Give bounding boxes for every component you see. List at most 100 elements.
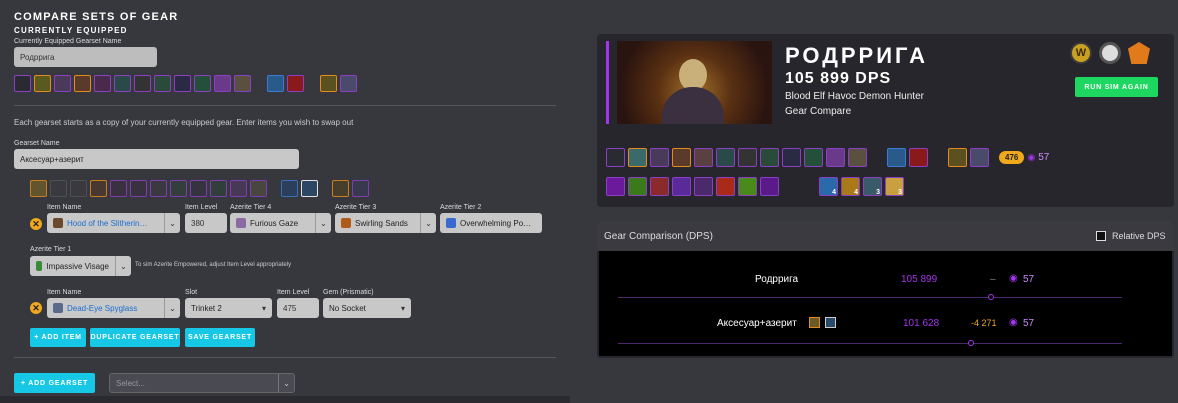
add-gearset-button[interactable]: + ADD GEARSET [14,373,95,393]
gearset-azerite: 57 [1023,274,1035,285]
gear-slot-icon[interactable] [70,180,87,197]
chevron-down-icon: ⌄ [420,213,436,233]
azerite-tier2-select[interactable]: Overwhelming Po… [440,213,542,233]
azerite-trait-icon[interactable]: 4 [841,177,860,196]
gear-slot-icon[interactable] [110,180,127,197]
gear-slot-icon[interactable] [948,148,967,167]
gear-slot-icon[interactable] [909,148,928,167]
azerite-trait-icon[interactable]: 3 [885,177,904,196]
gear-slot-icon[interactable] [114,75,131,92]
item-level-input[interactable]: 475 [277,298,319,318]
gear-slot-icon [809,317,820,328]
talent-icon[interactable] [694,177,713,196]
gear-slot-icon[interactable] [50,180,67,197]
azerite-trait-icon[interactable]: 4 [819,177,838,196]
dps-bar-marker [967,340,974,346]
azerite-trait-icon[interactable]: 3 [863,177,882,196]
gear-slot-icon[interactable] [154,75,171,92]
gear-slot-icon[interactable] [848,148,867,167]
gear-slot-icon[interactable] [74,75,91,92]
gear-slot-icon[interactable] [170,180,187,197]
gearset-dps-diff: -4 271 [971,318,997,328]
run-sim-again-button[interactable]: RUN SIM AGAIN [1075,77,1158,97]
gear-slot-icon[interactable] [267,75,284,92]
azerite-tier1-select[interactable]: Impassive Visage ⌄ [30,256,131,276]
talent-icon[interactable] [738,177,757,196]
gear-slot-icon[interactable] [210,180,227,197]
gear-slot-icon[interactable] [287,75,304,92]
slot-select[interactable]: Trinket 2 ▾ [185,298,272,318]
gear-slot-icon[interactable] [826,148,845,167]
talent-icon[interactable] [606,177,625,196]
talent-icon[interactable] [650,177,669,196]
dps-value: 105 899 DPS [785,70,892,87]
gear-slot-icon[interactable] [672,148,691,167]
gear-slot-icon[interactable] [650,148,669,167]
gear-slot-icon[interactable] [887,148,906,167]
gear-slot-icon[interactable] [340,75,357,92]
talent-icon[interactable] [760,177,779,196]
gear-slot-icon[interactable] [174,75,191,92]
gearset-select[interactable]: Select... ⌄ [109,373,295,393]
gear-slot-icon[interactable] [90,180,107,197]
azerite-tier4-select[interactable]: Furious Gaze ⌄ [230,213,331,233]
gear-slot-icon[interactable] [970,148,989,167]
remove-item-icon[interactable]: ✕ [30,218,42,230]
gear-slot-icon[interactable] [194,75,211,92]
gear-slot-icon[interactable] [281,180,298,197]
gear-slot-icon[interactable] [782,148,801,167]
gear-slot-icon[interactable] [301,180,318,197]
gear-slot-icon[interactable] [606,148,625,167]
gear-slot-icon[interactable] [628,148,647,167]
azerite-tier1-label: Azerite Tier 1 [30,246,72,253]
raiderio-icon[interactable] [1099,42,1121,64]
sim-result-card: РОДРРИГА 105 899 DPS Blood Elf Havoc Dem… [597,34,1174,207]
footer-strip [0,396,570,403]
item-name-label: Item Name [47,289,82,296]
gear-slot-icon[interactable] [30,180,47,197]
save-gearset-button[interactable]: SAVE GEARSET [185,328,255,347]
azerite-icon: ◉ [1009,317,1018,328]
gear-slot-icon[interactable] [190,180,207,197]
gear-slot-icon[interactable] [760,148,779,167]
gear-slot-icon[interactable] [352,180,369,197]
gear-slot-icon[interactable] [250,180,267,197]
gear-slot-icon[interactable] [716,148,735,167]
dps-bar-track [618,297,1122,298]
info-text: Each gearset starts as a copy of your cu… [14,118,354,127]
gearset-name-input[interactable]: Аксесуар+азерит [14,149,299,169]
chevron-down-icon: ⌄ [164,298,180,318]
item-name-select[interactable]: Hood of the Slitherin… ⌄ [47,213,180,233]
gear-slot-icon[interactable] [804,148,823,167]
gear-slot-icon[interactable] [14,75,31,92]
item-level-input[interactable]: 380 [185,213,227,233]
gear-slot-icon[interactable] [332,180,349,197]
azerite-tier3-label: Azerite Tier 3 [335,204,377,211]
talent-icon[interactable] [628,177,647,196]
gear-slot-icon[interactable] [738,148,757,167]
talent-icon[interactable] [716,177,735,196]
gear-slot-icon[interactable] [34,75,51,92]
relative-dps-checkbox[interactable] [1096,231,1106,241]
item-name-select[interactable]: Dead-Eye Spyglass ⌄ [47,298,180,318]
gear-slot-icon[interactable] [214,75,231,92]
equipped-name-input[interactable]: Родррига [14,47,157,67]
gear-slot-icon[interactable] [150,180,167,197]
gear-slot-icon[interactable] [130,180,147,197]
gear-slot-icon[interactable] [134,75,151,92]
gear-slot-icon[interactable] [230,180,247,197]
add-item-button[interactable]: + ADD ITEM [30,328,86,347]
gear-slot-icon[interactable] [320,75,337,92]
warcraftlogs-icon[interactable] [1128,42,1150,64]
azerite-tier3-select[interactable]: Swirling Sands ⌄ [335,213,436,233]
gear-slot-icon[interactable] [54,75,71,92]
gear-slot-icon[interactable] [234,75,251,92]
gear-slot-icon[interactable] [694,148,713,167]
talent-icon[interactable] [672,177,691,196]
duplicate-gearset-button[interactable]: DUPLICATE GEARSET [90,328,180,347]
sim-gear-row1: 476 ◉ 57 [606,148,1049,167]
remove-item-icon[interactable]: ✕ [30,302,42,314]
wow-logo-icon[interactable]: W [1070,42,1092,64]
gem-select[interactable]: No Socket ▾ [323,298,411,318]
gear-slot-icon[interactable] [94,75,111,92]
